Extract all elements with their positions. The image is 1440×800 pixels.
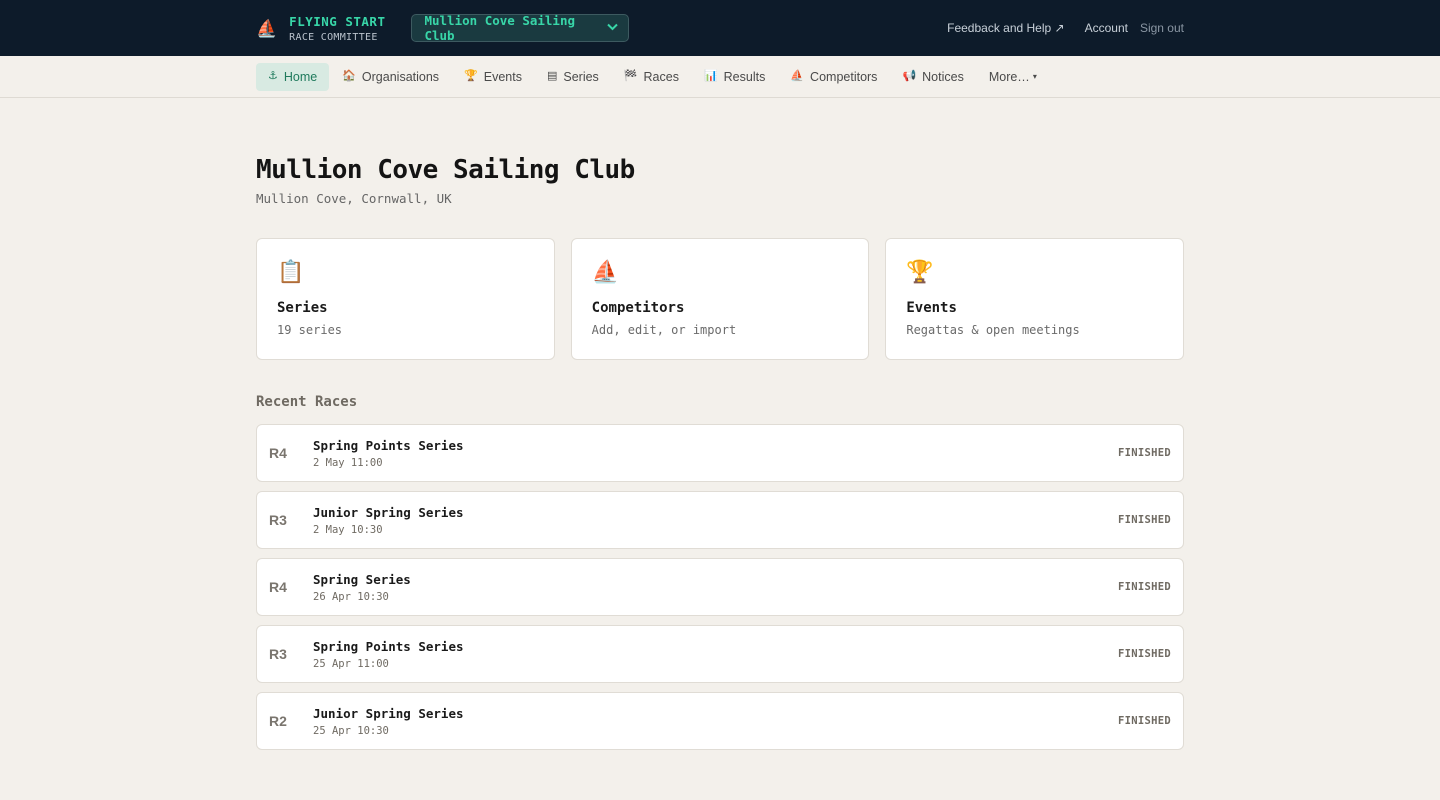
race-number: R4 bbox=[269, 579, 287, 595]
card-title: Series bbox=[277, 300, 328, 316]
house-icon: 🏠 bbox=[342, 70, 356, 82]
card-title: Competitors bbox=[591, 300, 685, 316]
nav-item-competitors[interactable]: ⛵ Competitors bbox=[778, 63, 889, 91]
sign-out-link[interactable]: Sign out bbox=[1140, 21, 1184, 35]
race-time: 25 Apr 11:00 bbox=[313, 657, 389, 670]
race-status: FINISHED bbox=[1118, 514, 1171, 526]
megaphone-icon: 📢 bbox=[902, 70, 917, 82]
recent-races-heading: Recent Races bbox=[256, 394, 358, 410]
competitors-card[interactable]: ⛵ Competitors Add, edit, or import bbox=[570, 238, 870, 360]
brand-title: FLYING START bbox=[289, 13, 386, 29]
quick-links: 📋 Series 19 series ⛵ Competitors Add, ed… bbox=[256, 238, 1185, 360]
race-time: 25 Apr 10:30 bbox=[313, 724, 389, 737]
nav-item-label: Series bbox=[563, 69, 599, 84]
chevron-down-icon bbox=[607, 22, 619, 34]
series-card[interactable]: 📋 Series 19 series bbox=[256, 238, 555, 360]
clipboard-icon: 📋 bbox=[277, 259, 305, 284]
race-time: 2 May 10:30 bbox=[313, 523, 383, 536]
nav-item-notices[interactable]: 📢 Notices bbox=[890, 63, 975, 91]
race-row[interactable]: R4 Spring Points Series 2 May 11:00 FINI… bbox=[256, 424, 1184, 482]
race-status: FINISHED bbox=[1118, 447, 1171, 459]
chequered-flag-icon: 🏁 bbox=[623, 70, 638, 82]
account-link[interactable]: Account bbox=[1085, 21, 1128, 35]
race-status: FINISHED bbox=[1118, 581, 1171, 593]
nav-item-label: Home bbox=[283, 69, 318, 84]
race-number: R4 bbox=[269, 445, 287, 461]
top-bar: ⛵ FLYING START RACE COMMITTEE Mullion Co… bbox=[0, 0, 1440, 56]
brand-subtitle: RACE COMMITTEE bbox=[289, 31, 378, 43]
race-series-name: Spring Points Series bbox=[313, 638, 464, 654]
card-subtitle: Regattas & open meetings bbox=[906, 323, 1080, 337]
race-series-name: Junior Spring Series bbox=[313, 504, 464, 520]
race-row[interactable]: R2 Junior Spring Series 25 Apr 10:30 FIN… bbox=[256, 692, 1184, 750]
nav-item-label: Races bbox=[643, 69, 679, 84]
race-row[interactable]: R3 Spring Points Series 25 Apr 11:00 FIN… bbox=[256, 625, 1184, 683]
race-series-name: Spring Points Series bbox=[313, 437, 464, 453]
race-status: FINISHED bbox=[1118, 648, 1171, 660]
feedback-help-link[interactable]: Feedback and Help ↗ bbox=[947, 21, 1064, 35]
race-status: FINISHED bbox=[1118, 715, 1171, 727]
recent-races-list: R4 Spring Points Series 2 May 11:00 FINI… bbox=[256, 424, 1184, 750]
race-number: R2 bbox=[269, 713, 287, 729]
sailboat-icon: ⛵ bbox=[256, 18, 278, 38]
organisation-select[interactable]: Mullion Cove Sailing Club bbox=[411, 13, 630, 43]
list-icon: ▤ bbox=[546, 70, 558, 82]
race-number: R3 bbox=[269, 646, 287, 662]
card-subtitle: 19 series bbox=[277, 323, 343, 337]
bar-chart-icon: 📊 bbox=[703, 70, 718, 82]
nav-item-series[interactable]: ▤ Series bbox=[535, 63, 611, 91]
main-nav: ⚓ Home 🏠 Organisations 🏆 Events ▤ Series… bbox=[0, 56, 1440, 98]
page-title: Mullion Cove Sailing Club bbox=[256, 155, 635, 185]
nav-item-home[interactable]: ⚓ Home bbox=[256, 62, 330, 91]
nav-item-label: Events bbox=[483, 69, 522, 84]
nav-item-results[interactable]: 📊 Results bbox=[692, 63, 777, 91]
nav-item-races[interactable]: 🏁 Races bbox=[612, 63, 691, 91]
race-time: 2 May 11:00 bbox=[313, 456, 383, 469]
anchor-icon: ⚓ bbox=[268, 70, 278, 82]
nav-item-label: More… bbox=[988, 69, 1030, 84]
sailboat-icon: ⛵ bbox=[591, 259, 620, 284]
nav-item-label: Notices bbox=[922, 69, 964, 84]
nav-item-events[interactable]: 🏆 Events bbox=[452, 63, 534, 91]
page-subtitle: Mullion Cove, Cornwall, UK bbox=[256, 191, 452, 206]
organisation-select-value: Mullion Cove Sailing Club bbox=[424, 13, 575, 43]
race-row[interactable]: R3 Junior Spring Series 2 May 10:30 FINI… bbox=[256, 491, 1184, 549]
race-series-name: Spring Series bbox=[313, 571, 411, 587]
nav-item-label: Results bbox=[723, 69, 766, 84]
events-card[interactable]: 🏆 Events Regattas & open meetings bbox=[885, 238, 1185, 360]
nav-item-organisations[interactable]: 🏠 Organisations bbox=[330, 63, 451, 91]
card-title: Events bbox=[906, 300, 957, 316]
race-row[interactable]: R4 Spring Series 26 Apr 10:30 FINISHED bbox=[256, 558, 1184, 616]
nav-item-label: Organisations bbox=[361, 69, 440, 84]
race-number: R3 bbox=[269, 512, 287, 528]
trophy-icon: 🏆 bbox=[464, 70, 478, 82]
race-time: 26 Apr 10:30 bbox=[313, 590, 389, 603]
main-content: Mullion Cove Sailing Club Mullion Cove, … bbox=[256, 155, 1185, 750]
sailboat-icon: ⛵ bbox=[790, 70, 805, 82]
nav-item-more[interactable]: More… ▾ bbox=[977, 63, 1049, 91]
trophy-icon: 🏆 bbox=[906, 259, 934, 284]
nav-item-label: Competitors bbox=[810, 69, 878, 84]
race-series-name: Junior Spring Series bbox=[313, 705, 464, 721]
caret-down-icon: ▾ bbox=[1032, 72, 1037, 81]
card-subtitle: Add, edit, or import bbox=[591, 323, 737, 337]
brand[interactable]: ⛵ FLYING START RACE COMMITTEE bbox=[256, 14, 385, 43]
